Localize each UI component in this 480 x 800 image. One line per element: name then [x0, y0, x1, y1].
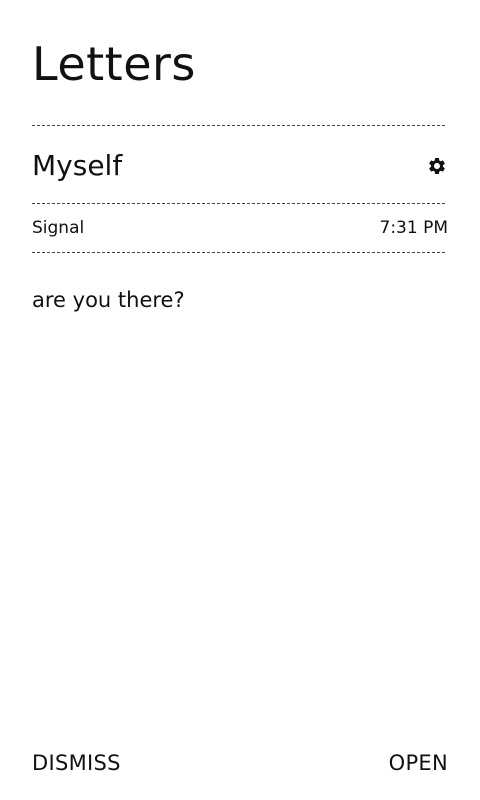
dismiss-button[interactable]: DISMISS	[32, 748, 121, 778]
gear-icon	[429, 157, 445, 174]
contact-header: Myself	[32, 146, 448, 186]
settings-button[interactable]	[426, 155, 448, 177]
divider-top	[32, 125, 445, 126]
app-title: Letters	[32, 37, 196, 91]
contact-name: Myself	[32, 149, 123, 182]
open-button[interactable]: OPEN	[389, 748, 448, 778]
divider-bottom	[32, 252, 445, 253]
timestamp: 7:31 PM	[379, 218, 449, 238]
source-app-label: Signal	[32, 218, 85, 238]
notification-meta: Signal 7:31 PM	[32, 216, 448, 240]
message-text: are you there?	[32, 288, 185, 312]
divider-middle	[32, 203, 445, 204]
